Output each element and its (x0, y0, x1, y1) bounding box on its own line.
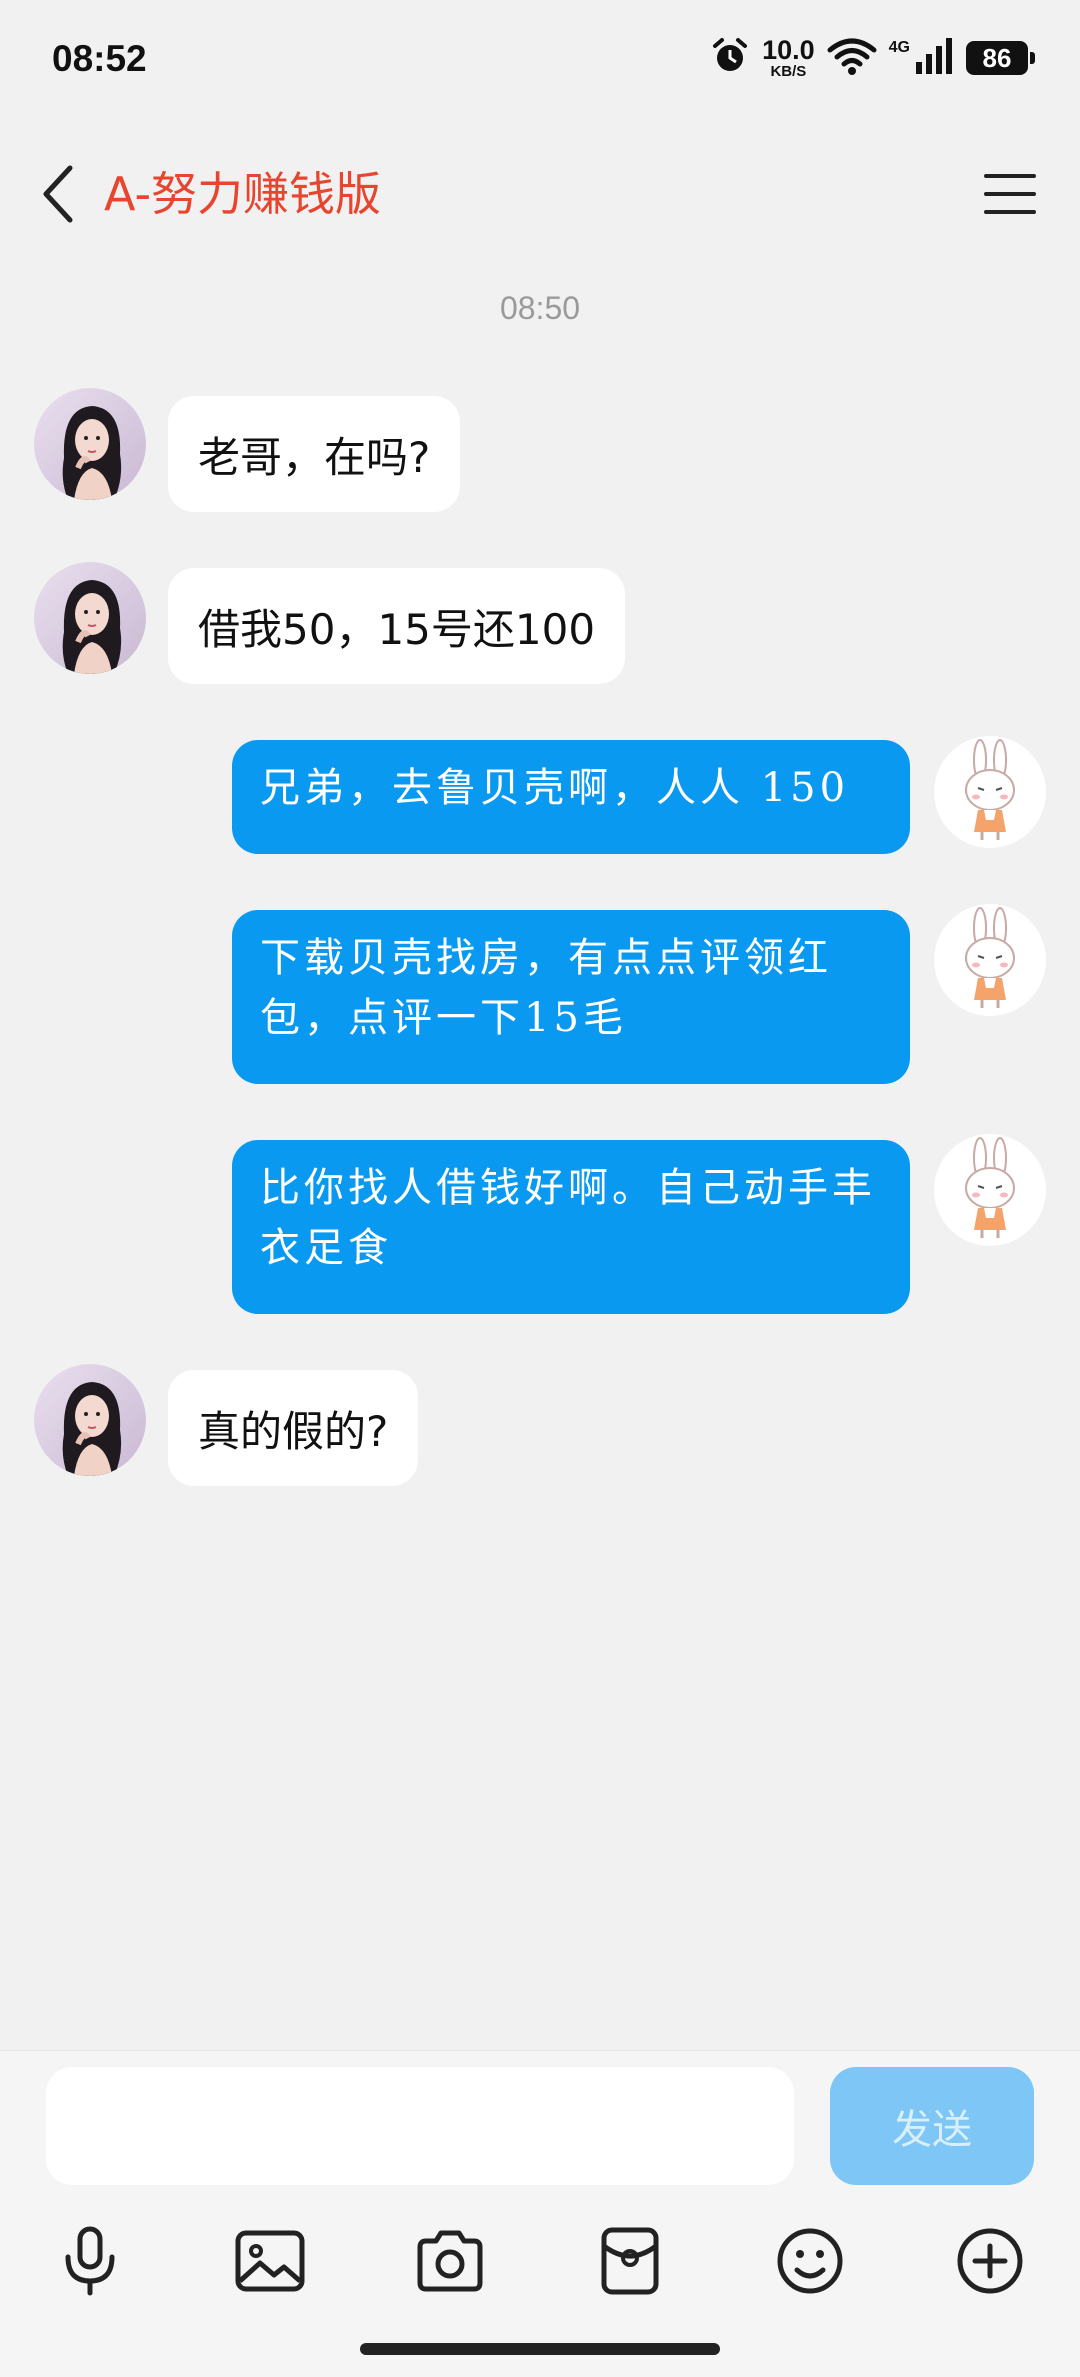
home-indicator[interactable] (360, 2343, 720, 2355)
message-bubble-incoming[interactable]: 老哥，在吗? (168, 396, 461, 512)
message-text: 比你找人借钱好啊。自己动手丰衣足食 (260, 1165, 876, 1271)
message-text: 老哥，在吗? (198, 432, 431, 482)
microphone-icon (65, 2226, 115, 2296)
alarm-icon (710, 36, 750, 80)
my-avatar[interactable] (934, 736, 1046, 848)
emoji-button[interactable] (770, 2221, 850, 2301)
network-type: 4G (888, 39, 910, 56)
composer: 发送 (0, 2050, 1080, 2377)
battery-icon: 86 (966, 41, 1035, 75)
menu-button[interactable] (980, 164, 1040, 224)
menu-icon (984, 174, 1036, 214)
message-text: 借我50，15号还100 (198, 604, 596, 654)
image-icon (235, 2230, 305, 2292)
wifi-icon (827, 36, 877, 80)
my-avatar[interactable] (934, 904, 1046, 1016)
red-packet-button[interactable] (590, 2221, 670, 2301)
contact-avatar[interactable] (34, 388, 146, 500)
contact-avatar[interactable] (34, 562, 146, 674)
signal-icon (914, 36, 954, 80)
chevron-left-icon (43, 165, 73, 223)
more-button[interactable] (950, 2221, 1030, 2301)
message-bubble-incoming[interactable]: 真的假的? (168, 1370, 419, 1486)
status-bar: 08:52 10.0 KB/S 4G 86 (0, 0, 1080, 120)
message-bubble-outgoing[interactable]: 下载贝壳找房，有点点评领红包，点评一下15毛 (232, 910, 910, 1084)
red-packet-icon (601, 2227, 659, 2295)
camera-button[interactable] (410, 2221, 490, 2301)
message-bubble-incoming[interactable]: 借我50，15号还100 (168, 568, 626, 684)
back-button[interactable] (28, 158, 88, 230)
network-speed: 10.0 KB/S (762, 35, 815, 80)
status-icons: 10.0 KB/S 4G 86 (710, 35, 1035, 80)
status-time: 08:52 (52, 38, 147, 79)
voice-button[interactable] (50, 2221, 130, 2301)
message-bubble-outgoing[interactable]: 比你找人借钱好啊。自己动手丰衣足食 (232, 1140, 910, 1314)
my-avatar[interactable] (934, 1134, 1046, 1246)
message-text: 兄弟，去鲁贝壳啊，人人 150 (260, 765, 850, 811)
send-button[interactable]: 发送 (830, 2067, 1034, 2185)
composer-toolbar (0, 2211, 1080, 2311)
chat-timestamp: 08:50 (499, 290, 581, 326)
plus-icon (957, 2228, 1023, 2294)
chat-title: A-努力赚钱版 (104, 167, 382, 221)
chat-header: A-努力赚钱版 (0, 140, 1080, 250)
emoji-icon (777, 2228, 843, 2294)
camera-icon (417, 2230, 483, 2292)
message-text: 下载贝壳找房，有点点评领红包，点评一下15毛 (260, 935, 832, 1041)
contact-avatar[interactable] (34, 1364, 146, 1476)
message-bubble-outgoing[interactable]: 兄弟，去鲁贝壳啊，人人 150 (232, 740, 910, 854)
message-text: 真的假的? (198, 1406, 389, 1456)
gallery-button[interactable] (230, 2221, 310, 2301)
message-input[interactable] (46, 2067, 794, 2185)
